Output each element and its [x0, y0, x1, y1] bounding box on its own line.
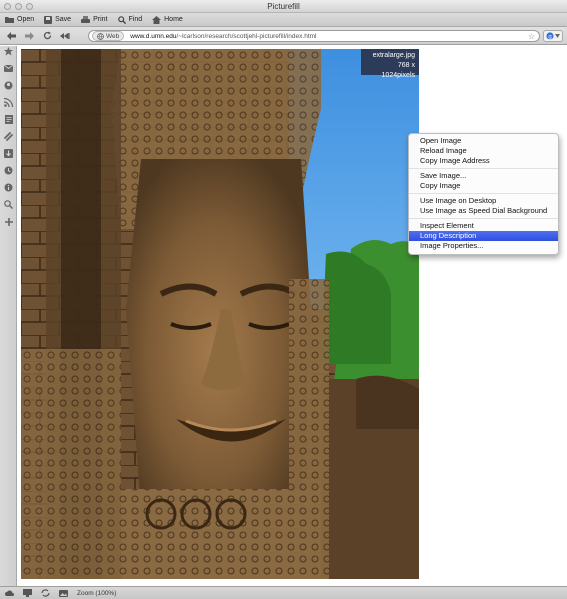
folder-icon	[5, 17, 14, 23]
menu-item-open-image[interactable]: Open Image	[409, 136, 558, 146]
menu-item-use-image-on-desktop[interactable]: Use Image on Desktop	[409, 196, 558, 206]
menu-item-reload-image[interactable]: Reload Image	[409, 146, 558, 156]
reload-icon	[43, 31, 51, 40]
window-title: Picturefill	[267, 2, 300, 11]
find-label: Find	[128, 16, 143, 23]
svg-text:g: g	[548, 34, 551, 40]
sync-icon[interactable]	[41, 589, 50, 597]
notes-icon[interactable]	[3, 114, 14, 125]
menu-separator	[409, 168, 558, 169]
menu-item-inspect-element[interactable]: Inspect Element	[409, 221, 558, 231]
find-button[interactable]: Find	[117, 15, 143, 24]
contacts-icon[interactable]	[3, 80, 14, 91]
menu-item-image-properties[interactable]: Image Properties...	[409, 241, 558, 251]
info-icon[interactable]	[3, 182, 14, 193]
bookmark-star-icon[interactable]: ☆	[528, 32, 535, 41]
menu-item-use-image-as-speed-dial[interactable]: Use Image as Speed Dial Background	[409, 206, 558, 216]
add-panel-icon[interactable]	[3, 216, 14, 227]
title-bar: Picturefill	[0, 0, 567, 13]
feeds-icon[interactable]	[3, 97, 14, 108]
rewind-button[interactable]	[58, 29, 72, 43]
globe-icon	[97, 32, 104, 40]
rewind-icon	[60, 32, 70, 39]
image-info-badge: extralarge.jpg 768 x 1024pixels	[361, 49, 419, 79]
url-text: www.d.umn.edu/~lcarlson/research/scottje…	[130, 33, 316, 40]
open-button[interactable]: Open	[5, 16, 34, 23]
save-button[interactable]: Save	[44, 15, 72, 24]
menu-item-copy-image[interactable]: Copy Image	[409, 181, 558, 191]
back-button[interactable]	[4, 29, 18, 43]
minimize-window-button[interactable]	[15, 3, 22, 10]
links-icon[interactable]	[3, 131, 14, 142]
reload-button[interactable]	[40, 29, 54, 43]
chevron-down-icon	[555, 34, 560, 38]
stone-face-photo	[21, 49, 419, 579]
image-dimensions: 768 x 1024pixels	[381, 62, 415, 79]
zoom-level[interactable]: Zoom (100%)	[77, 590, 116, 597]
print-button[interactable]: Print	[81, 15, 108, 24]
home-label: Home	[164, 16, 183, 23]
google-icon: g	[546, 32, 554, 40]
url-host: www.d.umn.edu	[130, 32, 177, 40]
url-path: /~lcarlson/research/scottjehl-picturefil…	[176, 32, 317, 40]
temple-face-image[interactable]	[21, 49, 419, 579]
mail-icon[interactable]	[3, 63, 14, 74]
back-arrow-icon	[6, 31, 16, 40]
menu-separator	[409, 218, 558, 219]
search-engine-button[interactable]: g	[543, 30, 563, 42]
history-icon[interactable]	[3, 165, 14, 176]
toolbar: Open Save Print Find Home	[0, 13, 567, 27]
menu-item-copy-image-address[interactable]: Copy Image Address	[409, 156, 558, 166]
site-info-badge[interactable]: Web	[92, 31, 125, 41]
home-button[interactable]: Home	[152, 15, 183, 24]
side-panel	[0, 46, 17, 586]
navigation-bar: Web www.d.umn.edu/~lcarlson/research/sco…	[0, 27, 567, 45]
bookmarks-star-icon[interactable]	[3, 46, 14, 57]
address-field[interactable]: Web www.d.umn.edu/~lcarlson/research/sco…	[88, 30, 540, 42]
printer-icon	[81, 15, 91, 23]
context-menu: Open Image Reload Image Copy Image Addre…	[408, 133, 559, 255]
window-controls	[4, 3, 33, 10]
web-label: Web	[106, 32, 120, 40]
menu-separator	[409, 193, 558, 194]
forward-button[interactable]	[22, 29, 36, 43]
search-icon[interactable]	[3, 199, 14, 210]
save-label: Save	[55, 16, 72, 23]
open-label: Open	[17, 16, 35, 23]
images-icon[interactable]	[59, 589, 68, 597]
home-icon	[152, 15, 162, 24]
page-content	[17, 46, 567, 586]
cloud-icon[interactable]	[5, 590, 14, 596]
menu-item-long-description[interactable]: Long Description	[409, 231, 558, 241]
status-bar: Zoom (100%)	[0, 586, 567, 599]
magnifier-icon	[117, 15, 126, 24]
print-label: Print	[93, 16, 108, 23]
close-window-button[interactable]	[4, 3, 11, 10]
save-icon	[44, 15, 53, 24]
menu-item-save-image[interactable]: Save Image...	[409, 171, 558, 181]
monitor-icon[interactable]	[23, 589, 32, 597]
image-filename: extralarge.jpg	[372, 52, 415, 59]
browser-window: Picturefill Open Save Print Find Home We…	[0, 0, 567, 599]
zoom-window-button[interactable]	[26, 3, 33, 10]
downloads-icon[interactable]	[3, 148, 14, 159]
forward-arrow-icon	[24, 31, 34, 40]
